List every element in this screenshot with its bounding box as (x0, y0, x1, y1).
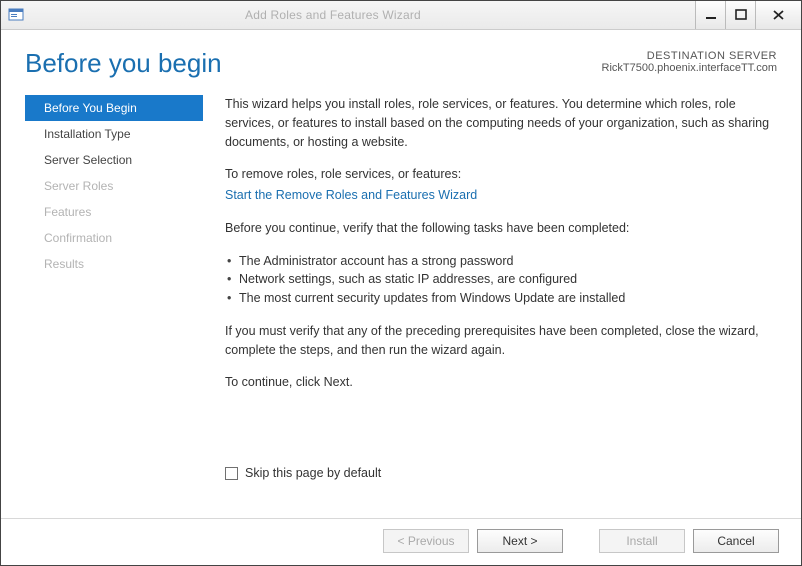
remove-wizard-link[interactable]: Start the Remove Roles and Features Wiza… (225, 188, 477, 202)
wizard-main: This wizard helps you install roles, rol… (203, 95, 777, 518)
sidebar-item-label: Features (44, 205, 91, 219)
content-row: Before You Begin Installation Type Serve… (25, 95, 777, 518)
titlebar: Add Roles and Features Wizard (1, 1, 801, 30)
sidebar-item-results: Results (25, 251, 203, 277)
continue-hint: To continue, click Next. (225, 373, 773, 392)
prereq-item: The Administrator account has a strong p… (225, 252, 773, 271)
maximize-button[interactable] (725, 1, 755, 29)
destination-host: RickT7500.phoenix.interfaceTT.com (602, 62, 777, 74)
prereq-list: The Administrator account has a strong p… (225, 252, 773, 308)
app-icon (7, 6, 25, 24)
sidebar-item-server-roles: Server Roles (25, 173, 203, 199)
wizard-footer: < Previous Next > Install Cancel (1, 518, 801, 565)
skip-page-row: Skip this page by default (225, 464, 773, 483)
sidebar-item-label: Confirmation (44, 231, 112, 245)
previous-button: < Previous (383, 529, 469, 553)
cancel-button[interactable]: Cancel (693, 529, 779, 553)
sidebar-item-server-selection[interactable]: Server Selection (25, 147, 203, 173)
verify-intro: Before you continue, verify that the fol… (225, 219, 773, 238)
skip-page-checkbox[interactable] (225, 467, 238, 480)
window-title: Add Roles and Features Wizard (31, 8, 695, 22)
prereq-item: The most current security updates from W… (225, 289, 773, 308)
skip-page-label: Skip this page by default (245, 464, 381, 483)
minimize-button[interactable] (695, 1, 725, 29)
sidebar-item-label: Server Roles (44, 179, 113, 193)
wizard-sidebar: Before You Begin Installation Type Serve… (25, 95, 203, 518)
install-button: Install (599, 529, 685, 553)
sidebar-item-label: Server Selection (44, 153, 132, 167)
sidebar-item-installation-type[interactable]: Installation Type (25, 121, 203, 147)
window-controls (695, 1, 801, 29)
destination-server: DESTINATION SERVER RickT7500.phoenix.int… (602, 50, 777, 74)
prereq-item: Network settings, such as static IP addr… (225, 270, 773, 289)
next-button[interactable]: Next > (477, 529, 563, 553)
header-row: Before you begin DESTINATION SERVER Rick… (25, 48, 777, 79)
sidebar-item-label: Before You Begin (44, 101, 137, 115)
sidebar-item-label: Installation Type (44, 127, 131, 141)
wizard-body: Before you begin DESTINATION SERVER Rick… (1, 30, 801, 518)
close-button[interactable] (755, 1, 801, 29)
destination-label: DESTINATION SERVER (602, 50, 777, 62)
sidebar-item-before-you-begin[interactable]: Before You Begin (25, 95, 203, 121)
wizard-window: Add Roles and Features Wizard Before you… (0, 0, 802, 566)
sidebar-item-confirmation: Confirmation (25, 225, 203, 251)
verify-close-text: If you must verify that any of the prece… (225, 322, 773, 360)
page-title: Before you begin (25, 48, 222, 79)
remove-prompt: To remove roles, role services, or featu… (225, 165, 773, 184)
sidebar-item-label: Results (44, 257, 84, 271)
intro-text: This wizard helps you install roles, rol… (225, 95, 773, 151)
sidebar-item-features: Features (25, 199, 203, 225)
